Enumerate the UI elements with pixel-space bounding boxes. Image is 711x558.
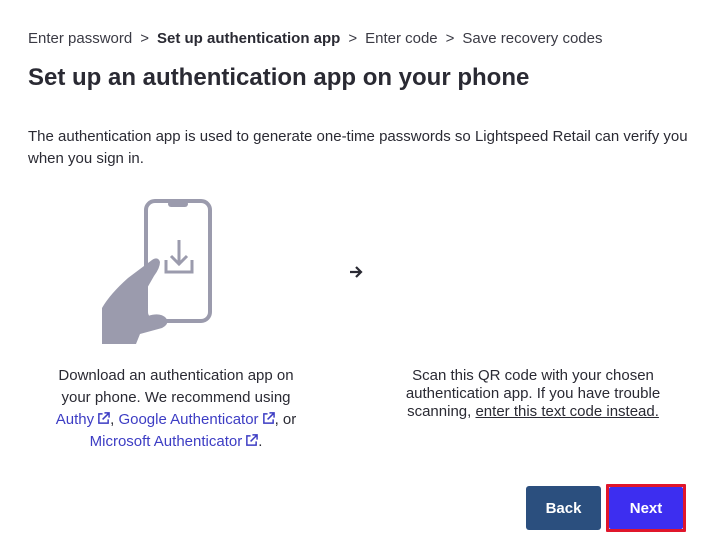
comma-or-text: , or bbox=[274, 411, 297, 428]
external-link-icon bbox=[246, 434, 259, 446]
enter-text-code-link[interactable]: enter this text code instead. bbox=[475, 403, 658, 420]
breadcrumb-separator: > bbox=[140, 30, 149, 47]
period-text: . bbox=[258, 433, 263, 450]
page-title: Set up an authentication app on your pho… bbox=[28, 64, 530, 91]
breadcrumb-separator: > bbox=[348, 30, 358, 47]
arrow-right-icon bbox=[350, 266, 363, 278]
next-button[interactable]: Next bbox=[609, 487, 683, 529]
google-authenticator-link[interactable]: Google Authenticator bbox=[118, 411, 275, 428]
scan-instructions: Scan this QR code with your chosen authe… bbox=[398, 367, 668, 421]
breadcrumb-step-enter-password: Enter password bbox=[28, 30, 133, 47]
external-link-icon bbox=[262, 412, 275, 424]
breadcrumb-separator: > bbox=[445, 30, 455, 47]
qr-code bbox=[465, 198, 607, 340]
breadcrumb-step-setup-app: Set up authentication app bbox=[156, 30, 341, 47]
intro-text: The authentication app is used to genera… bbox=[28, 128, 688, 167]
phone-download-icon bbox=[102, 199, 212, 344]
external-link-icon bbox=[98, 412, 110, 424]
back-button[interactable]: Back bbox=[526, 486, 601, 530]
breadcrumb: Enter password > Set up authentication a… bbox=[28, 30, 602, 47]
download-text: Download an authentication app on your p… bbox=[58, 367, 294, 406]
authy-link[interactable]: Authy bbox=[56, 411, 110, 428]
breadcrumb-step-enter-code: Enter code bbox=[365, 30, 438, 47]
download-instructions: Download an authentication app on your p… bbox=[55, 367, 297, 450]
microsoft-authenticator-link[interactable]: Microsoft Authenticator bbox=[90, 433, 259, 450]
breadcrumb-step-recovery-codes: Save recovery codes bbox=[462, 30, 603, 47]
